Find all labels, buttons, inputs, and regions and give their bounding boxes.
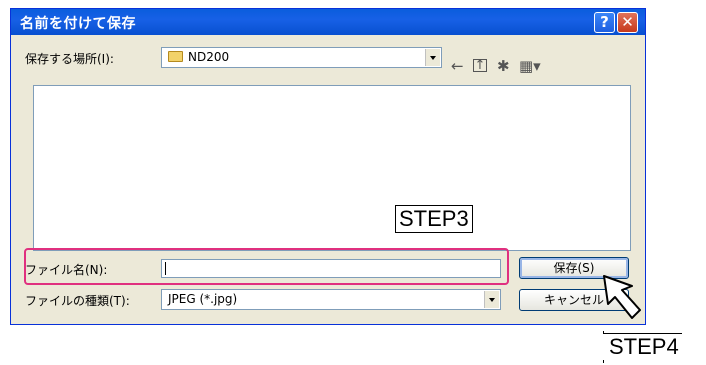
folder-icon <box>168 51 183 62</box>
back-arrow-icon[interactable]: ← <box>451 57 464 75</box>
view-menu-icon[interactable]: ▦▾ <box>519 57 541 75</box>
chevron-down-icon[interactable] <box>484 291 499 308</box>
chevron-down-icon[interactable] <box>425 49 440 66</box>
filetype-label: ファイルの種類(T): <box>25 294 130 308</box>
up-folder-icon[interactable]: ↑ <box>473 59 487 72</box>
save-in-value: ND200 <box>188 50 230 64</box>
close-button[interactable]: ✕ <box>617 12 638 33</box>
file-list[interactable] <box>33 85 631 251</box>
help-button[interactable]: ? <box>594 12 615 33</box>
filetype-value: JPEG (*.jpg) <box>168 292 238 306</box>
cursor-arrow-icon <box>603 275 641 319</box>
save-in-dropdown[interactable]: ND200 <box>161 47 442 68</box>
filetype-dropdown[interactable]: JPEG (*.jpg) <box>161 289 501 310</box>
save-in-label: 保存する場所(I): <box>25 52 114 66</box>
new-folder-icon[interactable]: ✱ <box>497 57 510 75</box>
step4-label: STEP4 <box>603 333 682 360</box>
filename-highlight <box>24 248 509 285</box>
save-as-dialog: 名前を付けて保存 ? ✕ 保存する場所(I): ND200 ← ↑ ✱ ▦▾ フ… <box>10 8 646 325</box>
dialog-title: 名前を付けて保存 <box>20 16 136 32</box>
title-bar[interactable]: 名前を付けて保存 ? ✕ <box>11 9 645 35</box>
step3-label: STEP3 <box>395 205 473 233</box>
